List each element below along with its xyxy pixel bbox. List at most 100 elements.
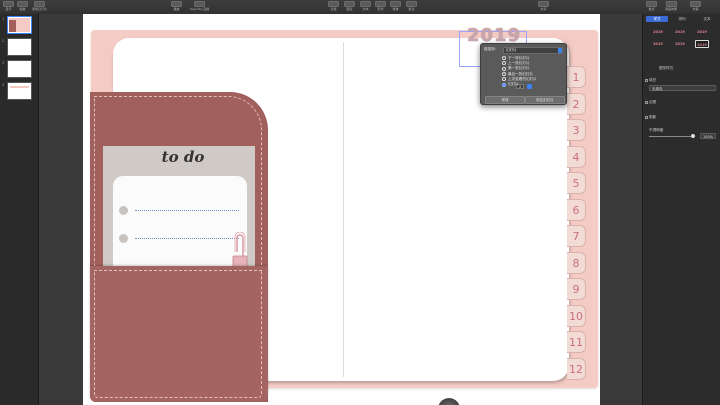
shape-button[interactable]: 形状: [375, 1, 386, 13]
slide-thumbnail[interactable]: [7, 38, 32, 56]
share-button[interactable]: 共享: [538, 1, 549, 13]
link-option-label: 幻灯片: [508, 82, 519, 87]
slide-thumbnail[interactable]: [7, 82, 32, 100]
table-button-label: 表格: [330, 7, 337, 11]
view-button[interactable]: 显示: [3, 1, 14, 13]
link-option-label: 最后一张幻灯片: [508, 71, 534, 76]
toolbar: 显示 缩放 添加幻灯片 播放 Keynote 直播 表格 图表 文本 形状 媒体 批注 共享 格式 动画效…: [0, 0, 720, 15]
slide-number: 4: [2, 83, 5, 87]
play-button[interactable]: 播放: [171, 1, 182, 13]
link-popover: 链接到: 幻灯片 2 完成 前往幻灯片 下一张幻灯片 上一张幻灯片 第一张幻灯片 最后…: [480, 43, 567, 105]
slide-thumbnail[interactable]: [7, 60, 32, 78]
shadow-label[interactable]: 阴影: [649, 115, 656, 120]
format-button-label: 格式: [648, 7, 655, 11]
month-tab[interactable]: 1: [567, 66, 586, 88]
month-tab[interactable]: 3: [567, 119, 586, 141]
month-tab[interactable]: 12: [567, 357, 586, 380]
play-button-label: 播放: [173, 7, 180, 11]
page-spine: [343, 42, 344, 377]
month-tab[interactable]: 10: [567, 304, 586, 327]
go-to-slide-button[interactable]: 前往幻灯片: [525, 96, 565, 104]
keynote-live-button[interactable]: Keynote 直播: [190, 1, 209, 13]
slide-number-value: 2: [519, 84, 522, 89]
animate-button[interactable]: 动画效果: [665, 1, 677, 13]
month-tab[interactable]: 9: [567, 278, 586, 300]
format-button[interactable]: 格式: [646, 1, 657, 13]
link-option-radio[interactable]: [502, 82, 506, 87]
comment-button-label: 批注: [408, 7, 415, 11]
slide-number: 1: [2, 17, 5, 21]
share-button-label: 共享: [540, 7, 547, 11]
link-option-label: 第一张幻灯片: [508, 66, 530, 71]
inspector-tab[interactable]: 文本: [696, 16, 718, 22]
fill-value: 无填充: [652, 87, 663, 91]
opacity-label: 不透明度: [649, 128, 664, 132]
chart-button[interactable]: 图表: [344, 1, 355, 13]
dotted-line: [135, 238, 239, 239]
slide-navigator[interactable]: 1 2 3 4: [0, 14, 39, 405]
month-tab[interactable]: 5: [567, 172, 586, 194]
media-button[interactable]: 媒体: [390, 1, 401, 13]
month-tab[interactable]: 2: [567, 92, 586, 115]
text-style-chip[interactable]: 2019: [695, 28, 709, 36]
border-checkbox[interactable]: [645, 100, 648, 104]
stepper-icon[interactable]: [527, 84, 532, 89]
text-style-chip[interactable]: 2019: [673, 28, 687, 36]
slide-thumbnail[interactable]: [7, 16, 32, 34]
link-option-radio[interactable]: [502, 71, 506, 76]
link-option-radio[interactable]: [502, 66, 506, 71]
month-tab[interactable]: 4: [567, 145, 586, 168]
opacity-slider-knob[interactable]: [691, 134, 695, 138]
todo-title[interactable]: to do: [143, 148, 223, 166]
add-slide-button-label: 添加幻灯片: [32, 7, 48, 11]
link-option-radio[interactable]: [502, 61, 506, 66]
fill-select[interactable]: 无填充: [649, 85, 716, 91]
text-style-chip[interactable]: 2019: [651, 28, 665, 36]
keynote-live-button-label: Keynote 直播: [190, 7, 210, 11]
month-tab[interactable]: 7: [567, 225, 586, 247]
text-button-label: 文本: [362, 7, 369, 11]
shape-styles-label[interactable]: 图形样式: [659, 66, 673, 71]
opacity-field[interactable]: 100%: [700, 133, 716, 139]
link-option-radio[interactable]: [502, 77, 506, 82]
view-button-label: 显示: [5, 7, 12, 11]
border-label[interactable]: 边框: [649, 100, 656, 105]
document-button[interactable]: 文稿: [690, 1, 701, 13]
month-tab[interactable]: 8: [567, 251, 586, 274]
dotted-line: [135, 210, 239, 211]
fill-toggle[interactable]: [645, 78, 648, 82]
inspector-tab[interactable]: 排列: [671, 16, 693, 22]
month-tab[interactable]: 6: [567, 198, 586, 221]
pocket-front[interactable]: [90, 266, 268, 402]
text-style-chip[interactable]: 2019: [673, 40, 687, 48]
text-button[interactable]: 文本: [360, 1, 371, 13]
done-button[interactable]: 完成: [485, 96, 525, 104]
slide-number: 2: [2, 39, 5, 43]
zoom-button[interactable]: 缩放: [17, 1, 28, 13]
zoom-button-label: 缩放: [19, 7, 26, 11]
animate-button-label: 动画效果: [665, 7, 678, 11]
record-control[interactable]: [438, 398, 460, 405]
month-tab[interactable]: 11: [567, 331, 586, 353]
fill-label[interactable]: 填充: [649, 78, 656, 83]
add-slide-button[interactable]: 添加幻灯片: [32, 1, 47, 13]
inspector-tab[interactable]: 样式: [646, 16, 668, 22]
shape-button-label: 形状: [377, 7, 384, 11]
bullet-dot: [119, 234, 128, 243]
text-style-chip[interactable]: 2019: [651, 40, 665, 48]
link-target-value: 幻灯片: [506, 48, 517, 52]
opacity-value: 100%: [703, 135, 714, 139]
table-button[interactable]: 表格: [328, 1, 339, 13]
media-button-label: 媒体: [392, 7, 399, 11]
chevron-down-icon: [558, 48, 562, 53]
link-target-select[interactable]: 幻灯片: [503, 47, 563, 54]
todo-card[interactable]: [113, 176, 247, 271]
opacity-slider[interactable]: [649, 136, 695, 137]
format-inspector: 图形样式 填充 无填充 边框 阴影 不透明度 100% 样式 排列 文本 2019 20…: [642, 14, 720, 405]
comment-button[interactable]: 批注: [406, 1, 417, 13]
bullet-dot: [119, 206, 128, 215]
document-button-label: 文稿: [692, 7, 699, 11]
text-style-chip[interactable]: 2019: [695, 40, 709, 48]
link-option-radio[interactable]: [502, 56, 506, 60]
shadow-checkbox[interactable]: [645, 115, 648, 119]
